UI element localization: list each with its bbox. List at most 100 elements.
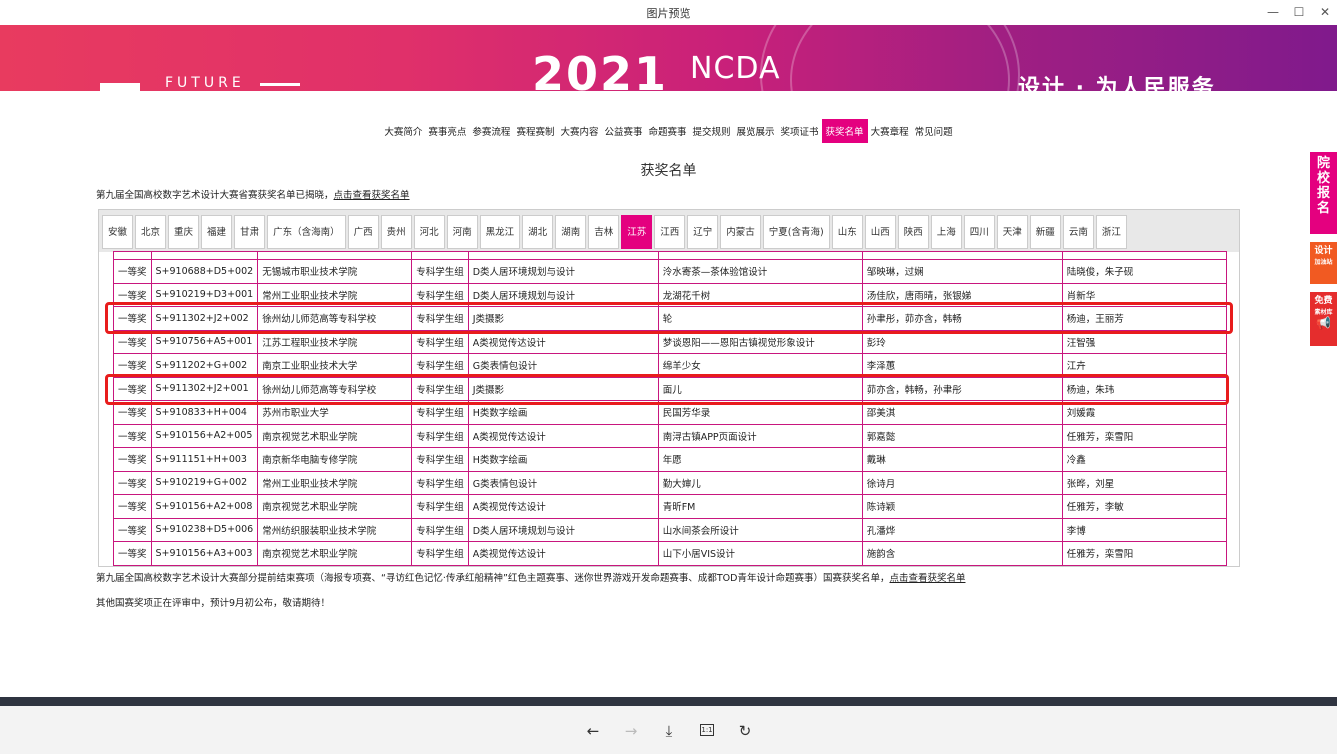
- province-tab[interactable]: 甘肃: [234, 215, 266, 249]
- province-tab[interactable]: 广东（含海南）: [267, 215, 346, 249]
- prev-arrow-icon[interactable]: ←: [582, 720, 604, 742]
- view-winners-link[interactable]: 点击查看获奖名单: [889, 573, 965, 584]
- nav-item[interactable]: 大赛章程: [868, 120, 912, 142]
- main-nav: 大赛简介 赛事亮点 参赛流程 赛程赛制 大赛内容 公益赛事 命题赛事 提交规则 展览展示 奖项证书…: [0, 119, 1337, 143]
- table-cell: 泠水寄茶—茶体验馆设计: [657, 259, 863, 284]
- province-tab[interactable]: 安徽: [102, 215, 134, 249]
- province-tab[interactable]: 吉林: [588, 215, 620, 249]
- province-tab[interactable]: 云南: [1062, 215, 1094, 249]
- window-title: 图片预览: [646, 7, 691, 20]
- province-tab[interactable]: 湖南: [555, 215, 587, 249]
- design-label: 设计: [1314, 246, 1333, 256]
- nav-item[interactable]: 奖项证书: [778, 120, 822, 142]
- province-tab[interactable]: 上海: [930, 215, 962, 249]
- province-tab[interactable]: 北京: [135, 215, 167, 249]
- province-tab[interactable]: 辽宁: [687, 215, 719, 249]
- notice-provincial: 第九届全国高校数字艺术设计大赛省赛获奖名单已揭晓，点击查看获奖名单: [96, 187, 410, 201]
- province-tab[interactable]: 山东: [831, 215, 863, 249]
- table-cell: 专科学生组: [411, 517, 469, 542]
- nav-item[interactable]: 获奖名单: [821, 119, 868, 143]
- nav-item[interactable]: 命题赛事: [645, 120, 689, 142]
- table-cell: 青昕FM: [657, 494, 863, 519]
- table-cell: 一等奖: [113, 447, 152, 472]
- table-cell: S+910156+A2+005: [150, 423, 259, 448]
- province-tab[interactable]: 山西: [864, 215, 896, 249]
- nav-item[interactable]: 大赛简介: [381, 120, 425, 142]
- province-tab[interactable]: 贵州: [380, 215, 412, 249]
- nav-item[interactable]: 公益赛事: [601, 120, 645, 142]
- nav-item[interactable]: 常见问题: [912, 120, 956, 142]
- download-icon[interactable]: ⤓: [658, 720, 680, 742]
- nav-item[interactable]: 赛程赛制: [513, 120, 557, 142]
- school-apply-label: 院校报名: [1310, 156, 1337, 216]
- province-tab[interactable]: 江西: [654, 215, 686, 249]
- table-cell: 常州纺织服装职业技术学院: [257, 517, 413, 542]
- province-tab[interactable]: 内蒙古: [720, 215, 761, 249]
- table-row: 一等奖 S+910156+A2+008 南京视觉艺术职业学院 专科学生组 A类视觉传达设…: [113, 494, 1227, 519]
- table-cell: [467, 251, 659, 260]
- table-cell: S+911151+H+003: [150, 447, 259, 472]
- table-cell: 施韵含: [861, 541, 1063, 566]
- province-tab[interactable]: 黑龙江: [479, 215, 521, 249]
- table-row: 一等奖 S+911151+H+003 南京新华电脑专修学院 专科学生组 H类数字绘画 年愿…: [113, 447, 1227, 472]
- table-cell: S+910156+A3+003: [150, 541, 259, 566]
- table-cell: 南京新华电脑专修学院: [257, 447, 413, 472]
- table-cell: A类视觉传达设计: [467, 423, 659, 448]
- table-cell: 一等奖: [113, 423, 152, 448]
- nav-item[interactable]: 赛事亮点: [425, 120, 469, 142]
- banner-logo-fragment: [100, 83, 140, 91]
- nav-item[interactable]: 参赛流程: [469, 120, 513, 142]
- rotate-icon[interactable]: ↻: [734, 720, 756, 742]
- table-cell: 南京视觉艺术职业学院: [257, 423, 413, 448]
- table-cell: 专科学生组: [411, 423, 469, 448]
- table-cell: 任雅芳，李敏: [1061, 494, 1227, 519]
- province-tab[interactable]: 广西: [347, 215, 379, 249]
- apply-char: 报: [1316, 186, 1330, 201]
- table-cell: 任雅芳，栾雪阳: [1061, 541, 1227, 566]
- design-station-widget[interactable]: 设计 加油站: [1310, 242, 1337, 284]
- banner-future-text: FUTURE: [165, 75, 245, 91]
- view-winners-link[interactable]: 点击查看获奖名单: [334, 190, 410, 201]
- table-cell: 常州工业职业技术学院: [257, 470, 413, 495]
- province-tab[interactable]: 浙江: [1095, 215, 1127, 249]
- province-tab[interactable]: 河南: [446, 215, 478, 249]
- province-tab[interactable]: 江苏: [621, 215, 653, 249]
- table-cell: 一等奖: [113, 494, 152, 519]
- province-tab[interactable]: 河北: [413, 215, 445, 249]
- table-cell: H类数字绘画: [467, 447, 659, 472]
- province-tab[interactable]: 重庆: [168, 215, 200, 249]
- table-cell: 郭嘉懿: [861, 423, 1063, 448]
- nav-item[interactable]: 提交规则: [690, 120, 734, 142]
- province-tab[interactable]: 湖北: [522, 215, 554, 249]
- province-tab[interactable]: 宁夏(含青海): [762, 215, 830, 249]
- free-assets-widget[interactable]: 免费 素材库 📢: [1310, 292, 1337, 346]
- nav-item[interactable]: 展览展示: [734, 120, 778, 142]
- next-arrow-icon[interactable]: →: [620, 720, 642, 742]
- province-tab[interactable]: 陕西: [897, 215, 929, 249]
- window-titlebar: 图片预览 — ☐ ✕: [0, 0, 1337, 25]
- table-cell: [861, 251, 1063, 260]
- minimize-button[interactable]: —: [1262, 3, 1284, 21]
- table-cell: 一等奖: [113, 259, 152, 284]
- table-cell: 专科学生组: [411, 470, 469, 495]
- table-cell: [113, 251, 152, 260]
- table-row: 一等奖 S+910156+A2+005 南京视觉艺术职业学院 专科学生组 A类视觉传达设…: [113, 423, 1227, 448]
- province-tabs: 安徽 北京 重庆 福建 甘肃 广东（含海南） 广西 贵州 河北 河南 黑龙江 湖北 湖南 吉林 江苏 江西 辽宁…: [99, 210, 1239, 252]
- maximize-button[interactable]: ☐: [1288, 3, 1310, 21]
- province-tab[interactable]: 福建: [201, 215, 233, 249]
- school-apply-widget[interactable]: 院校报名: [1310, 152, 1337, 234]
- highlight-box: [105, 302, 1233, 334]
- table-cell: 一等奖: [113, 470, 152, 495]
- table-cell: 勤大婶儿: [657, 470, 863, 495]
- table-cell: 徐诗月: [861, 470, 1063, 495]
- close-button[interactable]: ✕: [1314, 3, 1336, 21]
- actual-size-icon[interactable]: 1:1: [700, 724, 714, 736]
- nav-item[interactable]: 大赛内容: [557, 120, 601, 142]
- table-cell: 一等奖: [113, 541, 152, 566]
- table-cell: S+910219+G+002: [150, 470, 259, 495]
- province-tab[interactable]: 四川: [963, 215, 995, 249]
- apply-char: 校: [1316, 171, 1330, 186]
- province-tab[interactable]: 天津: [996, 215, 1028, 249]
- table-cell: 冷鑫: [1061, 447, 1227, 472]
- province-tab[interactable]: 新疆: [1029, 215, 1061, 249]
